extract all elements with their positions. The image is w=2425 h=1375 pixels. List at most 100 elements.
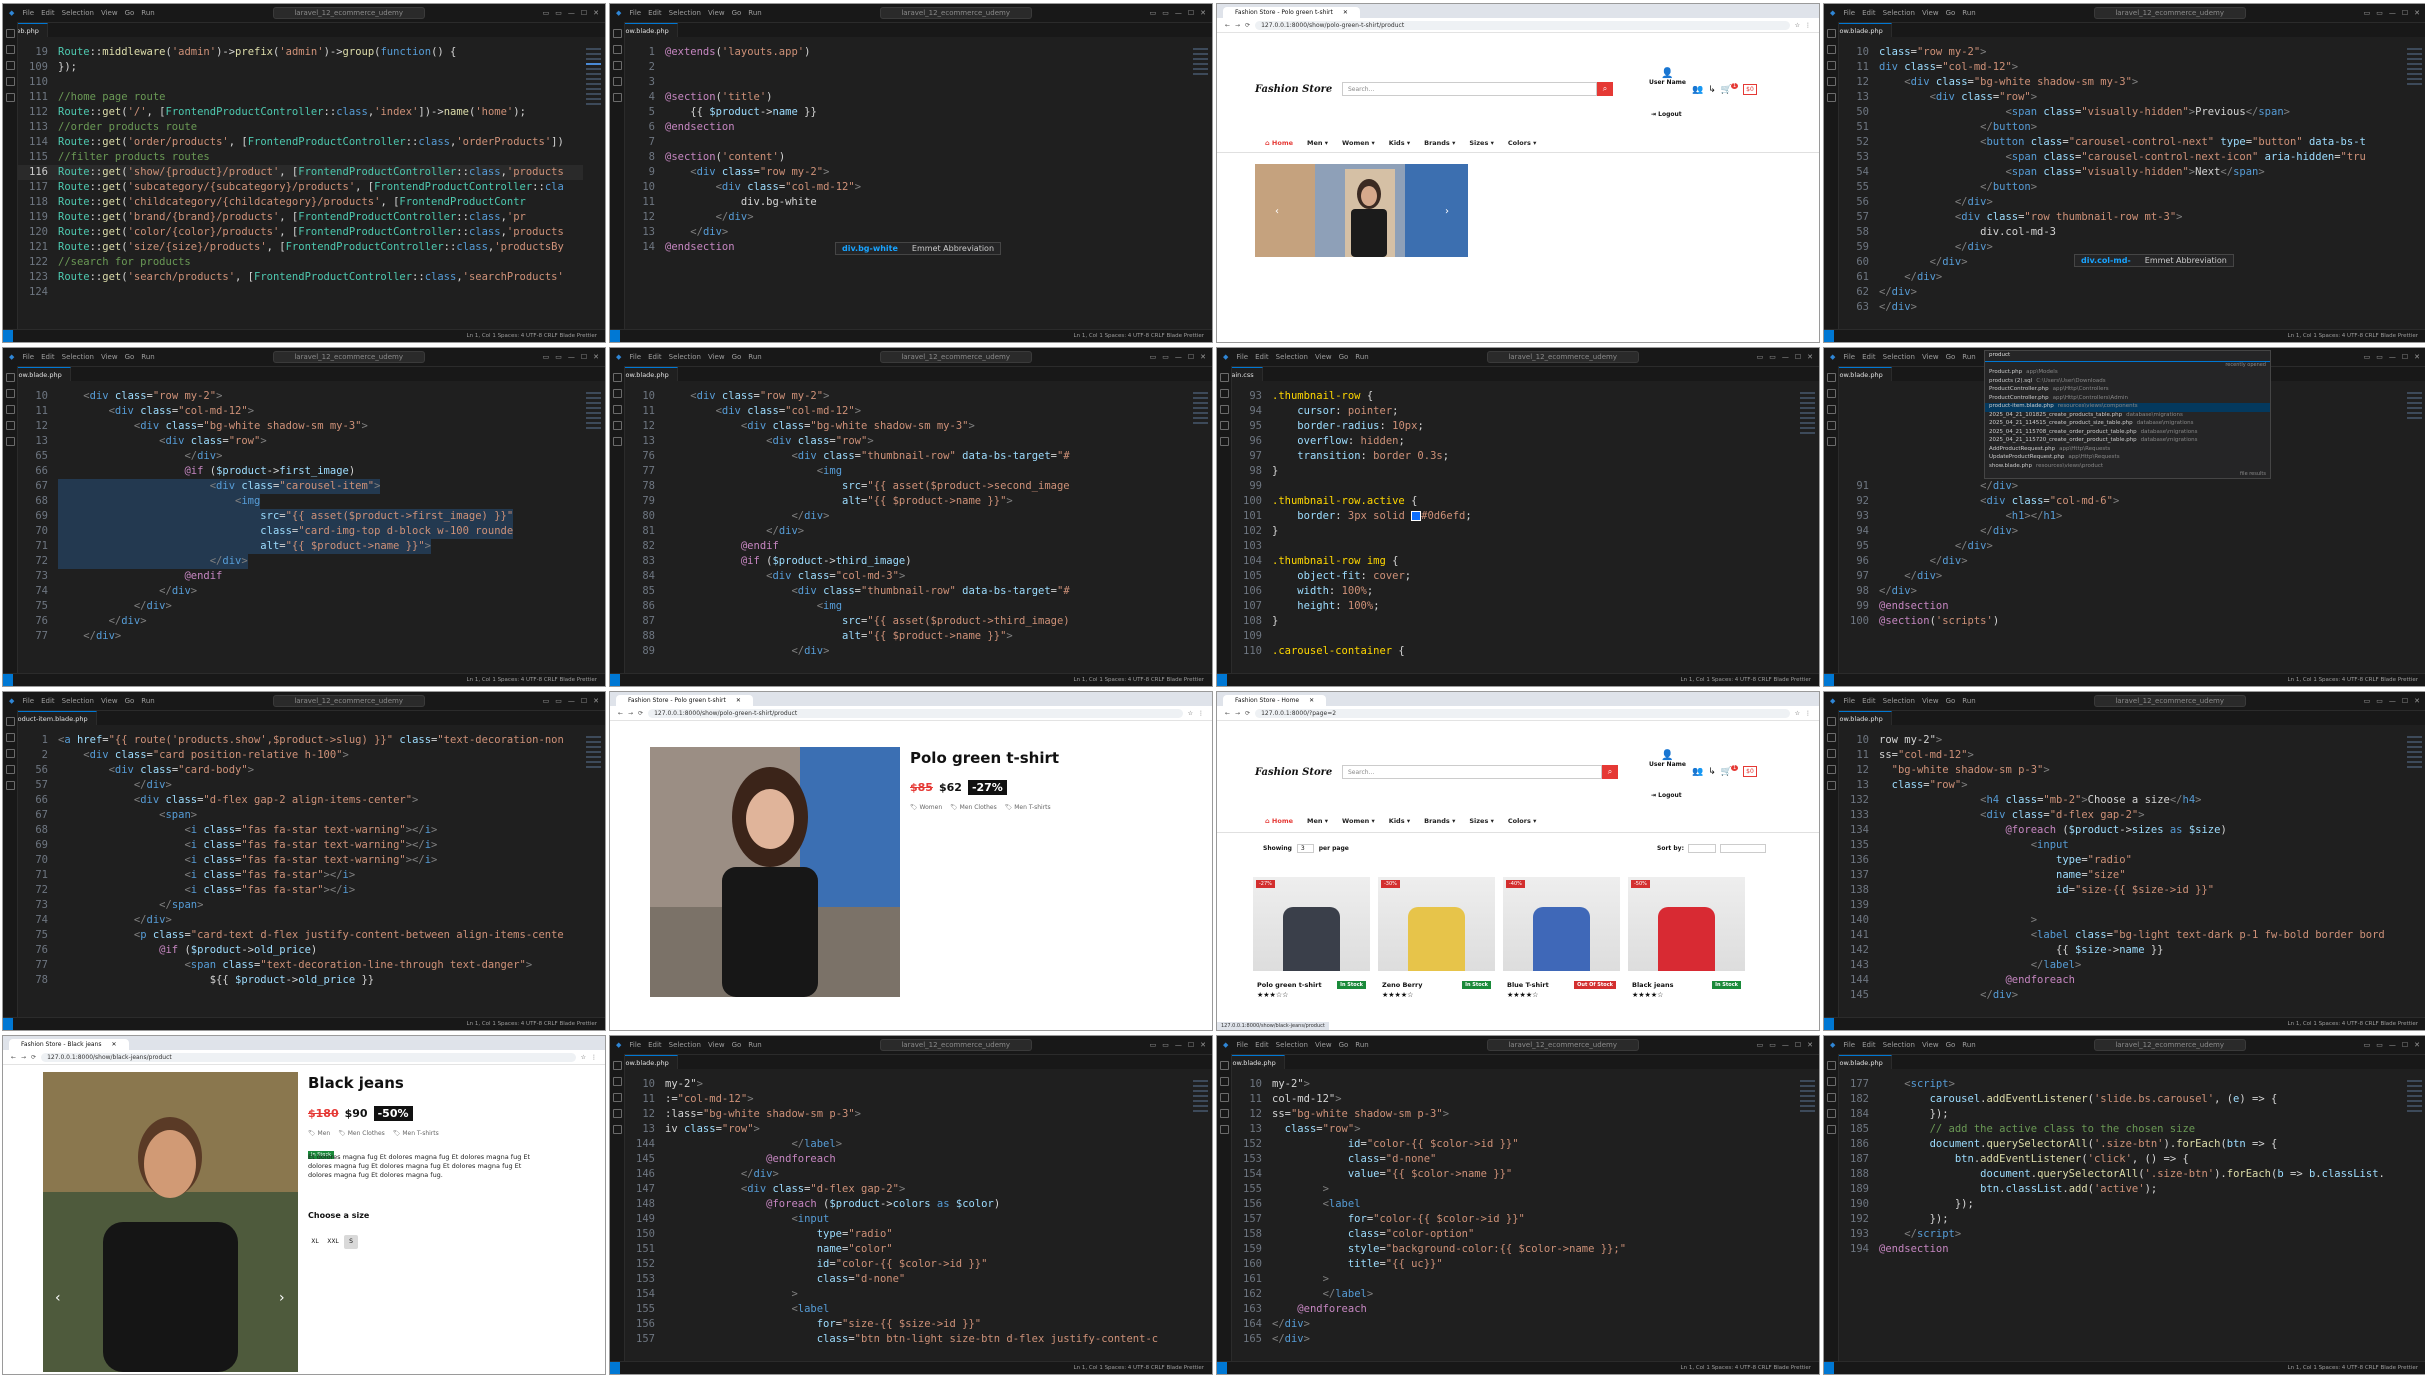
code-line[interactable]: 3	[625, 75, 1190, 90]
code-line[interactable]: 158 class="color-option"	[1232, 1227, 1797, 1242]
quick-open-result[interactable]: 2025_04_21_101825_create_products_table.…	[1985, 412, 2270, 421]
menu-bar[interactable]: File Edit Selection View Go Run	[629, 9, 761, 17]
quick-open-input[interactable]: product	[1985, 351, 2270, 362]
forward-icon[interactable]: →	[21, 1054, 26, 1061]
code-line[interactable]: 69 src="{{ asset($product->first_image) …	[18, 509, 583, 524]
sort-order-select[interactable]	[1719, 844, 1766, 853]
code-line[interactable]: 11:="col-md-12">	[625, 1092, 1190, 1107]
code-line[interactable]: 56 </div>	[1839, 195, 2404, 210]
remote-indicator[interactable]	[1824, 674, 1834, 686]
code-line[interactable]: 93 .thumbnail-row {	[1232, 389, 1797, 404]
emmet-suggestion[interactable]: div.bg-white Emmet Abbreviation	[835, 242, 1002, 255]
code-line[interactable]: 164 </div>	[1232, 1317, 1797, 1332]
activity-bar[interactable]	[610, 1054, 625, 1361]
code-line[interactable]: 132 <h4 class="mb-2">Choose a size</h4>	[1839, 793, 2404, 808]
window-controls[interactable]: ▭ ▭ — ☐ ✕	[1150, 1041, 1206, 1049]
code-line[interactable]: 13 </div>	[625, 225, 1190, 240]
code-line[interactable]: 78 ${{ $product->old_price }}	[18, 973, 583, 988]
reload-icon[interactable]: ⟳	[1245, 710, 1250, 717]
star-icon[interactable]: ☆	[581, 1054, 586, 1061]
code-line[interactable]: 76 </div>	[18, 614, 583, 629]
menu-item-go[interactable]: Go	[732, 353, 742, 361]
code-line[interactable]: 75 <p class="card-text d-flex justify-co…	[18, 928, 583, 943]
code-line[interactable]: 84 <div class="col-md-3">	[625, 569, 1190, 584]
menu-item-selection[interactable]: Selection	[1883, 1041, 1915, 1049]
code-line[interactable]: 73 @endif	[18, 569, 583, 584]
code-line[interactable]: 145 @endforeach	[625, 1152, 1190, 1167]
code-line[interactable]: 113 //order products route	[18, 120, 583, 135]
code-line[interactable]: 56 <div class="card-body">	[18, 763, 583, 778]
code-line[interactable]: 1 <a href="{{ route('products.show',$prod…	[18, 733, 583, 748]
menu-item-edit[interactable]: Edit	[1255, 353, 1269, 361]
menu-item-file[interactable]: File	[1843, 353, 1855, 361]
menu-item-go[interactable]: Go	[1946, 1041, 1956, 1049]
code-line[interactable]: 109	[1232, 629, 1797, 644]
command-center[interactable]: laravel_12_ecommerce_udemy	[879, 1039, 1032, 1051]
command-center[interactable]: laravel_12_ecommerce_udemy	[2093, 695, 2246, 707]
url-field[interactable]: 127.0.0.1:8000/show/polo-green-t-shirt/p…	[648, 708, 1183, 718]
category-tag[interactable]: 🏷 Men Clothes	[338, 1130, 385, 1137]
product-main-image[interactable]	[650, 747, 900, 997]
menu-item-go[interactable]: Go	[732, 9, 742, 17]
remote-indicator[interactable]	[1824, 330, 1834, 342]
menu-item-edit[interactable]: Edit	[41, 353, 55, 361]
remote-indicator[interactable]	[610, 1362, 620, 1374]
minimap[interactable]	[583, 733, 605, 1016]
size-option-xxl[interactable]: XXL	[326, 1235, 340, 1249]
browser-tab[interactable]: Fashion Store - Home ✕	[1223, 695, 1327, 706]
forward-icon[interactable]: →	[1235, 710, 1240, 717]
code-line[interactable]: 189 btn.classList.add('active');	[1839, 1182, 2404, 1197]
nav-item-home[interactable]: ⌂ Home	[1265, 817, 1293, 825]
quick-open-palette[interactable]: product recently opened Product.php app\M…	[1984, 350, 2271, 479]
code-line[interactable]: 102}	[1232, 524, 1797, 539]
cart-total[interactable]: $0	[1743, 766, 1757, 777]
minimap[interactable]	[1797, 1077, 1819, 1360]
code-line[interactable]: 193 </script>	[1839, 1227, 2404, 1242]
quick-open-result[interactable]: 2025_04_21_115720_create_order_product_t…	[1985, 437, 2270, 446]
activity-bar[interactable]	[1824, 366, 1839, 673]
category-tag[interactable]: 🏷 Men	[308, 1130, 330, 1137]
code-line[interactable]: 1 @extends('layouts.app')	[625, 45, 1190, 60]
remote-indicator[interactable]	[1217, 674, 1227, 686]
emmet-suggestion[interactable]: div.col-md- Emmet Abbreviation	[2074, 254, 2234, 267]
code-line[interactable]: 10 <div class="col-md-12">	[625, 180, 1190, 195]
code-line[interactable]: 146 </div>	[625, 1167, 1190, 1182]
cart-total[interactable]: $0	[1743, 84, 1757, 95]
product-carousel-image[interactable]: ‹ ›	[1255, 164, 1468, 257]
menu-item-edit[interactable]: Edit	[1862, 697, 1876, 705]
code-line[interactable]: 153 class="d-none"	[625, 1272, 1190, 1287]
quick-open-result[interactable]: products (2).sql C:\Users\User\Downloads	[1985, 378, 2270, 387]
menu-item-file[interactable]: File	[1236, 353, 1248, 361]
browser-tab[interactable]: Fashion Store - Polo green t-shirt ✕	[616, 695, 753, 706]
code-line[interactable]: 55 </button>	[1839, 180, 2404, 195]
quick-open-result[interactable]: 2025_04_21_115708_create_order_product_t…	[1985, 429, 2270, 438]
menu-item-selection[interactable]: Selection	[1883, 697, 1915, 705]
code-line[interactable]: 78 src="{{ asset($product->second_image	[625, 479, 1190, 494]
code-line[interactable]: 66 <div class="d-flex gap-2 align-items-…	[18, 793, 583, 808]
menu-icon[interactable]: ⋮	[1805, 22, 1811, 29]
code-line[interactable]: 95 border-radius: 10px;	[1232, 419, 1797, 434]
code-line[interactable]: 88 alt="{{ $product->name }}">	[625, 629, 1190, 644]
nav-item-sizes[interactable]: Sizes ▾	[1469, 817, 1494, 825]
code-line[interactable]: 147 <div class="d-flex gap-2">	[625, 1182, 1190, 1197]
activity-bar[interactable]	[3, 710, 18, 1017]
menu-item-view[interactable]: View	[1922, 9, 1939, 17]
code-line[interactable]: 12 "bg-white shadow-sm p-3">	[1839, 763, 2404, 778]
code-line[interactable]: 67 <div class="carousel-item">	[18, 479, 583, 494]
code-line[interactable]: 190 });	[1839, 1197, 2404, 1212]
close-icon[interactable]: ✕	[1309, 697, 1314, 704]
browser-tab[interactable]: Fashion Store - Black jeans ✕	[9, 1039, 129, 1050]
menu-item-selection[interactable]: Selection	[1883, 9, 1915, 17]
code-line[interactable]: 194 @endsection	[1839, 1242, 2404, 1257]
remote-indicator[interactable]	[1824, 1018, 1834, 1030]
code-line[interactable]: 99	[1232, 479, 1797, 494]
menu-item-run[interactable]: Run	[141, 9, 154, 17]
quick-open-result[interactable]: AddProductRequest.php app\Http\Requests	[1985, 446, 2270, 455]
minimap[interactable]	[2404, 1077, 2425, 1360]
menu-item-file[interactable]: File	[1236, 1041, 1248, 1049]
category-tag[interactable]: 🏷 Women	[910, 804, 942, 811]
code-line[interactable]: 13 <div class="row">	[18, 434, 583, 449]
menu-item-run[interactable]: Run	[1962, 697, 1975, 705]
close-icon[interactable]: ✕	[736, 697, 741, 704]
menu-bar[interactable]: File Edit Selection View Go Run	[1236, 353, 1368, 361]
